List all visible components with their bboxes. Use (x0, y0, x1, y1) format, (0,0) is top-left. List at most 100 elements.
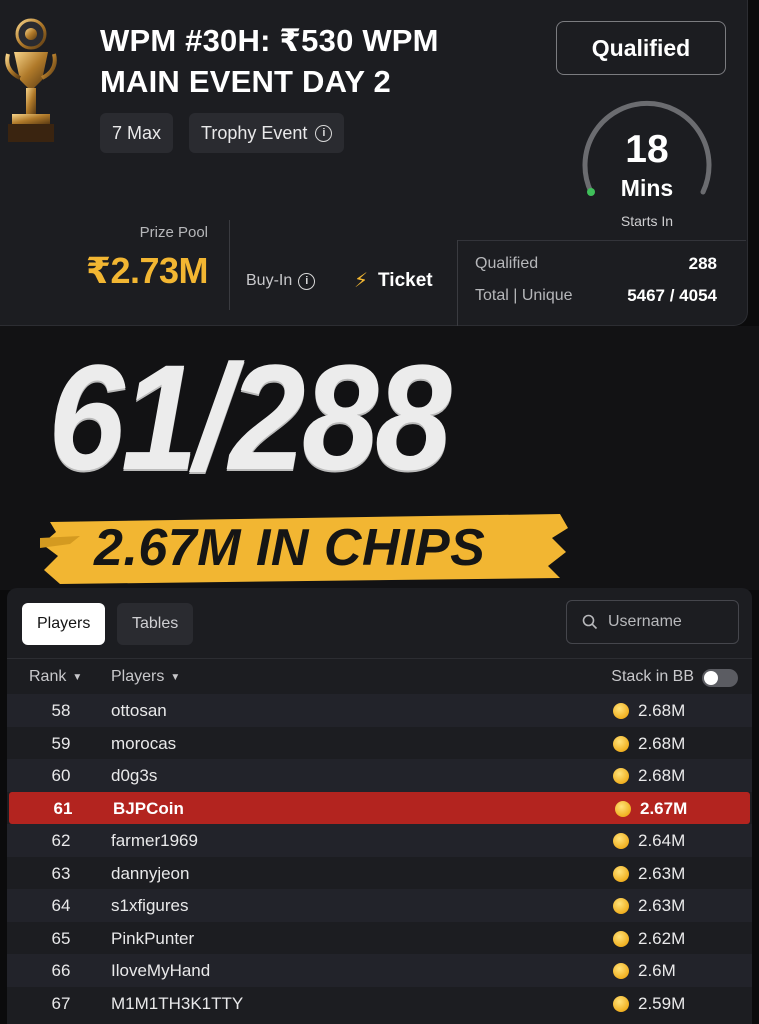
qualified-button[interactable]: Qualified (556, 21, 726, 75)
chip-icon (613, 930, 629, 947)
title-line-2: MAIN EVENT DAY 2 (100, 64, 391, 99)
table-row[interactable]: 59 morocas 2.68M (7, 726, 752, 759)
row-rank: 59 (51, 733, 71, 753)
row-player: morocas (111, 733, 177, 753)
table-row[interactable]: 62 farmer1969 2.64M (7, 824, 752, 857)
max-players-label: 7 Max (112, 123, 162, 143)
rank-header-label: Rank (29, 668, 67, 685)
row-rank: 61 (53, 798, 73, 818)
leaderboard-panel: Players Tables Rank ▼ Players ▼ Stack in… (7, 588, 752, 1024)
ticket-icon: ⚡ (354, 270, 369, 292)
table-row[interactable]: 67 M1M1TH3K1TTY 2.59M (7, 986, 752, 1019)
row-rank: 64 (51, 896, 71, 915)
row-stack: 2.68M (613, 766, 685, 786)
row-stack: 2.63M (613, 896, 685, 916)
table-row[interactable]: 65 PinkPunter 2.62M (7, 921, 752, 954)
row-player: M1M1TH3K1TTY (111, 993, 244, 1013)
row-stack-value: 2.67M (640, 798, 688, 818)
row-player: BJPCoin (113, 798, 184, 818)
row-player: IloveMyHand (111, 961, 211, 980)
row-rank: 66 (51, 961, 71, 980)
row-stack: 2.68M (613, 734, 685, 754)
table-row[interactable]: 66 IloveMyHand 2.6M (7, 954, 752, 987)
row-stack-value: 2.59M (638, 993, 686, 1013)
countdown-value: 18 (625, 128, 669, 171)
chips-overlay-text: 2.67M IN CHIPS (94, 519, 486, 577)
info-icon[interactable]: i (298, 272, 316, 290)
row-stack-value: 2.62M (638, 928, 686, 948)
row-player: PinkPunter (111, 928, 195, 948)
chip-icon (613, 768, 629, 784)
table-row[interactable]: 64 s1xfigures 2.63M (7, 889, 752, 922)
row-rank: 67 (51, 993, 71, 1013)
row-player: farmer1969 (111, 831, 198, 850)
sort-down-icon: ▼ (170, 671, 181, 683)
row-player: dannyjeon (111, 863, 190, 883)
search-box[interactable] (566, 600, 739, 644)
sort-down-icon: ▼ (72, 671, 83, 683)
player-list: 58 ottosan 2.68M 59 morocas 2.68M 60 d0g… (7, 694, 752, 1019)
row-stack: 2.63M (613, 864, 685, 884)
buyin-label: Buy-In (246, 272, 293, 289)
row-stack-value: 2.64M (638, 831, 686, 850)
trophy-event-tag[interactable]: Trophy Event i (189, 113, 345, 153)
table-row[interactable]: 60 d0g3s 2.68M (7, 759, 752, 792)
countdown-unit: Mins (620, 175, 674, 201)
row-stack-value: 2.68M (638, 766, 686, 785)
players-column-header[interactable]: Players ▼ (111, 668, 180, 686)
row-stack-value: 2.63M (638, 863, 686, 883)
row-stack-value: 2.6M (638, 961, 676, 980)
chip-icon (613, 703, 629, 719)
qualified-value: 288 (688, 254, 717, 273)
total-unique-value: 5467 / 4054 (627, 286, 717, 305)
row-stack: 2.6M (613, 961, 676, 981)
table-row[interactable]: 58 ottosan 2.68M (7, 694, 752, 727)
chip-icon (613, 963, 629, 979)
table-row-highlighted[interactable]: 61 BJPCoin 2.67M (9, 791, 750, 824)
search-input[interactable] (608, 613, 728, 631)
qualified-label: Qualified (475, 255, 539, 272)
chip-icon (613, 995, 629, 1012)
row-stack-value: 2.68M (638, 733, 686, 753)
chip-icon (613, 735, 629, 752)
title-line-1: WPM #30H: ₹530 WPM (100, 23, 439, 58)
tab-tables[interactable]: Tables (117, 603, 194, 645)
table-header: Rank ▼ Players ▼ Stack in BB (7, 658, 752, 694)
chip-icon (613, 833, 629, 849)
chip-icon (615, 800, 631, 817)
row-stack-value: 2.63M (638, 896, 686, 915)
trophy-event-label: Trophy Event (201, 123, 308, 143)
tournament-card: WPM #30H: ₹530 WPM MAIN EVENT DAY 2 7 Ma… (0, 0, 748, 326)
row-rank: 65 (51, 928, 71, 948)
row-player: s1xfigures (111, 896, 189, 915)
info-icon[interactable]: i (315, 124, 333, 142)
tournament-title: WPM #30H: ₹530 WPM MAIN EVENT DAY 2 (100, 20, 540, 102)
rank-column-header[interactable]: Rank ▼ (29, 668, 82, 686)
table-row[interactable]: 63 dannyjeon 2.63M (7, 856, 752, 889)
buyin-value: Ticket (378, 269, 433, 291)
divider (457, 240, 458, 326)
row-stack: 2.64M (613, 831, 685, 851)
total-unique-label: Total | Unique (475, 287, 573, 304)
search-icon (582, 614, 598, 630)
divider (229, 220, 230, 310)
row-rank: 60 (51, 766, 71, 785)
row-rank: 63 (51, 863, 71, 883)
row-stack: 2.68M (613, 701, 685, 721)
trophy-icon (5, 18, 57, 142)
stack-in-bb-toggle[interactable] (702, 669, 738, 687)
row-rank: 58 (51, 701, 71, 720)
row-rank: 62 (51, 831, 71, 850)
prize-pool-value: ₹2.73M (85, 250, 209, 291)
buyin-info[interactable]: Buy-In i (246, 272, 316, 290)
divider (458, 240, 746, 241)
tab-players[interactable]: Players (22, 603, 106, 645)
rank-overlay-text: 61/288 (48, 333, 452, 501)
row-player: d0g3s (111, 766, 158, 785)
chip-icon (613, 898, 629, 914)
row-stack: 2.62M (613, 929, 685, 949)
buyin-ticket: ⚡ Ticket (354, 268, 433, 293)
row-stack: 2.67M (615, 799, 687, 819)
stack-in-bb-label: Stack in BB (611, 668, 694, 685)
max-players-tag: 7 Max (100, 113, 174, 153)
